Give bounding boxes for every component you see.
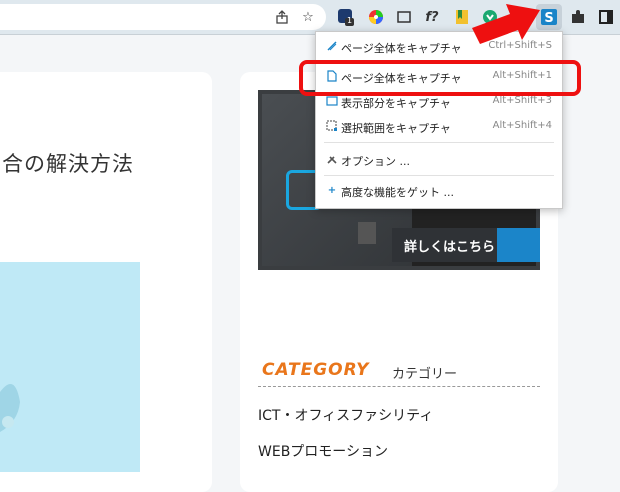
category-link[interactable]: ICT・オフィスファシリティ [258,405,433,425]
red-arrow-annotation [472,4,540,44]
menu-item-label: 選択範囲をキャプチャ [341,122,451,135]
region-icon [326,120,338,132]
category-title: CATEGORY [262,360,370,380]
sidepanel-icon[interactable] [596,7,616,27]
banner-cta-label: 詳しくはこちら [404,240,496,255]
menu-divider [324,175,554,176]
plus-icon: + [327,184,337,196]
category-subtitle: カテゴリー [392,367,458,382]
menu-divider [324,142,554,143]
category-divider [258,386,540,387]
tools-icon [326,153,338,165]
star-icon[interactable]: ☆ [298,7,318,27]
highlight-annotation [299,60,581,96]
extension-badge-icon[interactable]: 1 [336,7,356,27]
menu-item-label: 表示部分をキャプチャ [341,97,451,110]
menu-item-capture-region[interactable]: 選択範囲をキャプチャ Alt+Shift+4 [316,116,562,138]
formula-icon[interactable]: f? [422,7,442,27]
pen-icon [326,40,338,52]
menu-item-options[interactable]: オプション ... [316,149,562,171]
menu-item-label: 高度な機能をゲット ... [341,186,454,199]
puzzle-icon[interactable] [568,7,588,27]
article-heading: 合の解決方法 [2,152,134,176]
menu-item-label: ページ全体をキャプチャ [341,42,462,55]
article-image [0,262,140,472]
color-wheel-icon[interactable] [366,7,386,27]
folder-icon[interactable] [452,7,472,27]
share-icon[interactable] [272,7,292,27]
category-link[interactable]: WEBプロモーション [258,441,388,461]
menu-item-shortcut: Alt+Shift+4 [492,120,552,131]
menu-item-shortcut: Alt+Shift+3 [492,95,552,106]
menu-item-get-advanced[interactable]: + 高度な機能をゲット ... [316,180,562,202]
menu-item-label: オプション ... [341,155,410,168]
badge-count: 1 [347,16,353,25]
visible-icon [326,95,338,107]
screenshot-frame-icon[interactable] [394,7,414,27]
capture-menu: ページ全体をキャプチャ Ctrl+Shift+S ページ全体をキャプチャ Alt… [315,31,563,209]
